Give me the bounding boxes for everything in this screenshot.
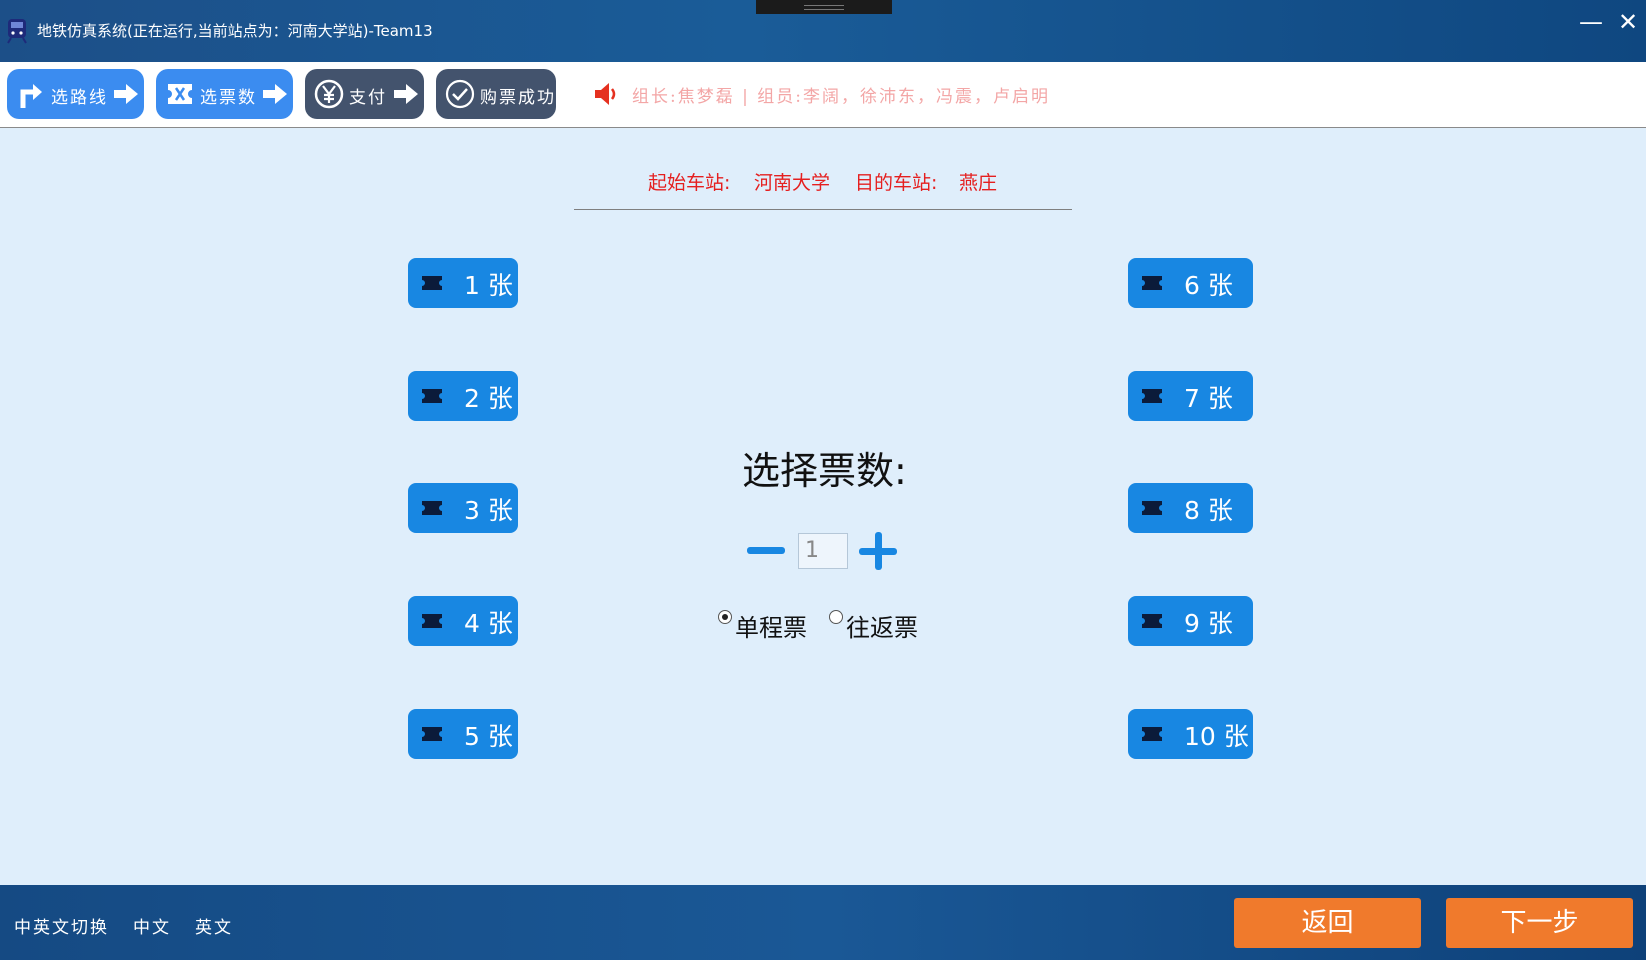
ticket-count-label: 2 张 [464, 384, 513, 413]
speaker-icon[interactable] [592, 80, 620, 108]
ticket-count-2-button[interactable]: 2 张 [408, 371, 518, 421]
ticket-count-label: 3 张 [464, 496, 513, 525]
ticket-icon [168, 84, 192, 104]
ticket-icon [422, 614, 442, 628]
increment-button[interactable] [859, 532, 897, 570]
title-bar: 地铁仿真系统(正在运行,当前站点为：河南大学站)-Team13 — ✕ [0, 0, 1646, 62]
ticket-count-7-button[interactable]: 7 张 [1128, 371, 1253, 421]
back-button[interactable]: 返回 [1234, 898, 1421, 948]
radio-label: 单程票 [735, 614, 807, 642]
radio-dot[interactable] [718, 610, 732, 624]
origin-station: 河南大学 [754, 172, 831, 194]
minimize-button[interactable]: — [1575, 8, 1607, 36]
step-label: 选票数 [200, 88, 257, 108]
ticket-count-1-button[interactable]: 1 张 [408, 258, 518, 308]
ticket-count-label: 10 张 [1184, 722, 1249, 751]
ticket-count-4-button[interactable]: 4 张 [408, 596, 518, 646]
arrow-right-icon [114, 84, 138, 104]
step-select-tickets[interactable]: 选票数 [156, 69, 293, 119]
route-info: 起始车站: 河南大学 目的车站: 燕庄 [574, 168, 1072, 210]
step-payment[interactable]: 支付 [305, 69, 424, 119]
ticket-count-9-button[interactable]: 9 张 [1128, 596, 1253, 646]
ticket-count-label: 6 张 [1184, 271, 1233, 300]
next-button[interactable]: 下一步 [1446, 898, 1633, 948]
arrow-right-icon [263, 84, 287, 104]
destination-station: 燕庄 [959, 172, 998, 194]
ticket-count-6-button[interactable]: 6 张 [1128, 258, 1253, 308]
ticket-count-label: 8 张 [1184, 496, 1233, 525]
ticket-icon [1142, 389, 1162, 403]
destination-label: 目的车站: [855, 172, 938, 194]
round-trip-radio[interactable]: 往返票 [829, 608, 918, 642]
ticket-count-label: 5 张 [464, 722, 513, 751]
ticket-icon [1142, 276, 1162, 290]
ticket-icon [422, 501, 442, 515]
check-circle-icon [445, 79, 475, 109]
ticket-count-3-button[interactable]: 3 张 [408, 483, 518, 533]
ticket-count-label: 1 张 [464, 271, 513, 300]
ticket-count-5-button[interactable]: 5 张 [408, 709, 518, 759]
step-label: 支付 [349, 88, 387, 108]
window-title: 地铁仿真系统(正在运行,当前站点为：河南大学站)-Team13 [37, 22, 433, 40]
ticket-count-label: 7 张 [1184, 384, 1233, 413]
ticket-count-8-button[interactable]: 8 张 [1128, 483, 1253, 533]
footer-bar: 中英文切换 中文 英文 返回 下一步 [0, 885, 1646, 960]
radio-label: 往返票 [846, 614, 918, 642]
ticket-icon [1142, 501, 1162, 515]
ticket-icon [1142, 727, 1162, 741]
decrement-button[interactable] [747, 544, 785, 556]
ticket-count-10-button[interactable]: 10 张 [1128, 709, 1253, 759]
one-way-radio[interactable]: 单程票 [718, 608, 807, 642]
train-icon [7, 19, 27, 44]
ticket-icon [422, 389, 442, 403]
language-toggle[interactable]: 中英文切换 [14, 913, 109, 938]
ticket-count-label: 9 张 [1184, 609, 1233, 638]
origin-label: 起始车站: [648, 172, 731, 194]
ticket-icon [1142, 614, 1162, 628]
drag-handle[interactable] [756, 0, 892, 14]
language-chinese[interactable]: 中文 [133, 913, 171, 938]
language-english[interactable]: 英文 [195, 913, 233, 938]
step-label: 购票成功 [480, 88, 556, 108]
yuan-icon [314, 79, 344, 109]
ticket-count-label: 4 张 [464, 609, 513, 638]
ticket-count-prompt: 选择票数: [742, 449, 907, 493]
step-select-route[interactable]: 选路线 [7, 69, 144, 119]
turn-right-icon [20, 84, 42, 108]
arrow-right-icon [394, 84, 418, 104]
ticket-icon [422, 727, 442, 741]
team-members: 组长:焦梦磊 | 组员:李阔，徐沛东，冯震，卢启明 [632, 87, 1050, 107]
quantity-input[interactable]: 1 [798, 533, 848, 569]
step-toolbar: 选路线 选票数 支付 购票成功 组长:焦梦磊 | 组员:李阔，徐沛东，冯震，卢启… [0, 62, 1646, 128]
ticket-icon [422, 276, 442, 290]
close-button[interactable]: ✕ [1612, 8, 1644, 36]
step-success[interactable]: 购票成功 [436, 69, 556, 119]
radio-dot[interactable] [829, 610, 843, 624]
step-label: 选路线 [51, 88, 108, 108]
